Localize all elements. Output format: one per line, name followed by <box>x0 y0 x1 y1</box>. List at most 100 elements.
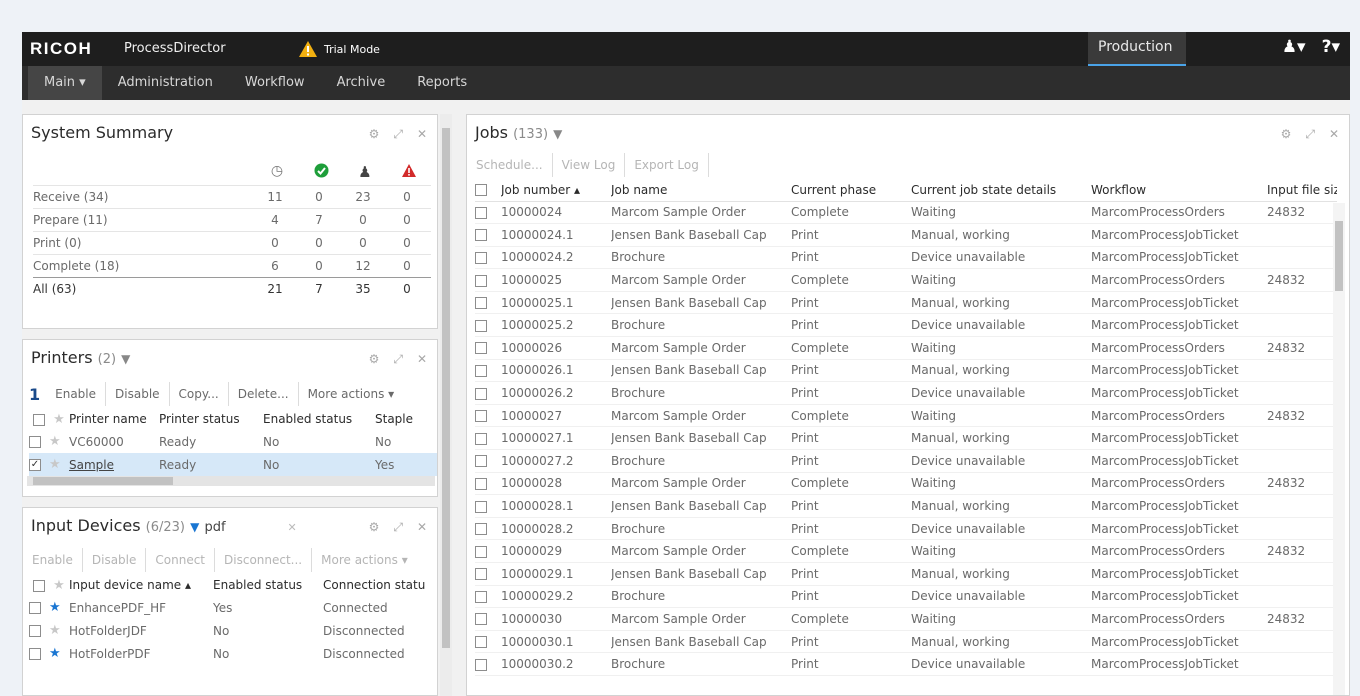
schedule-button[interactable]: Schedule... <box>467 153 553 177</box>
row-checkbox[interactable] <box>475 319 487 332</box>
job-number[interactable]: 10000026 <box>501 337 611 360</box>
table-row[interactable]: ✓ ★ Sample Ready No Yes <box>29 453 437 476</box>
job-number[interactable]: 10000030 <box>501 608 611 631</box>
col-workflow[interactable]: Workflow <box>1091 179 1267 201</box>
left-column-scrollbar[interactable] <box>440 114 452 696</box>
summary-value[interactable]: 0 <box>297 255 341 277</box>
filter-icon[interactable]: ▼ <box>190 520 199 534</box>
table-row[interactable]: 10000029.2 Brochure Print Device unavailabl… <box>475 585 1337 608</box>
nav-reports[interactable]: Reports <box>401 66 483 100</box>
job-number[interactable]: 10000029.2 <box>501 585 611 608</box>
summary-value[interactable]: 7 <box>297 209 341 231</box>
col-input-device-name[interactable]: Input device name ▴ <box>69 574 213 596</box>
input-device-name[interactable]: EnhancePDF_HF <box>69 596 213 619</box>
table-row[interactable]: 10000028.2 Brochure Print Device unavailabl… <box>475 517 1337 540</box>
row-checkbox[interactable] <box>475 613 487 626</box>
settings-icon[interactable]: ⚙ <box>369 520 380 535</box>
row-checkbox[interactable] <box>475 590 487 603</box>
summary-value[interactable]: 11 <box>253 186 297 208</box>
col-job-number[interactable]: Job number ▴ <box>501 179 611 201</box>
jobs-vscroll[interactable] <box>1333 203 1345 695</box>
star-icon[interactable]: ★ <box>49 434 61 449</box>
table-row[interactable]: ★ EnhancePDF_HF Yes Connected <box>29 596 437 619</box>
filter-value[interactable]: pdf <box>204 520 225 535</box>
col-connection-status[interactable]: Connection statu <box>323 574 437 596</box>
summary-value[interactable]: 0 <box>385 278 429 300</box>
table-row[interactable]: 10000027.1 Jensen Bank Baseball Cap Print M… <box>475 427 1337 450</box>
table-row[interactable]: 10000025.2 Brochure Print Device unavailabl… <box>475 314 1337 337</box>
job-number[interactable]: 10000028 <box>501 472 611 495</box>
table-row[interactable]: 10000029 Marcom Sample Order Complete Waiti… <box>475 540 1337 563</box>
summary-label[interactable]: Receive (34) <box>33 186 253 208</box>
summary-value[interactable]: 0 <box>297 186 341 208</box>
table-row[interactable]: 10000030.1 Jensen Bank Baseball Cap Print M… <box>475 630 1337 653</box>
close-icon[interactable]: ✕ <box>417 520 427 535</box>
summary-value[interactable]: 0 <box>385 232 429 254</box>
disable-button[interactable]: Disable <box>106 382 170 406</box>
table-row[interactable]: 10000030.2 Brochure Print Device unavailabl… <box>475 653 1337 676</box>
row-checkbox[interactable] <box>475 410 487 423</box>
job-number[interactable]: 10000027 <box>501 404 611 427</box>
job-number[interactable]: 10000024.1 <box>501 224 611 247</box>
nav-workflow[interactable]: Workflow <box>229 66 321 100</box>
col-job-name[interactable]: Job name <box>611 179 791 201</box>
row-checkbox[interactable] <box>475 658 487 671</box>
table-row[interactable]: 10000025 Marcom Sample Order Complete Waiti… <box>475 269 1337 292</box>
table-row[interactable]: ★ HotFolderPDF No Disconnected <box>29 642 437 665</box>
table-row[interactable]: 10000030 Marcom Sample Order Complete Waiti… <box>475 608 1337 631</box>
row-checkbox[interactable] <box>475 364 487 377</box>
job-number[interactable]: 10000027.1 <box>501 427 611 450</box>
nav-administration[interactable]: Administration <box>102 66 229 100</box>
star-icon[interactable]: ★ <box>49 646 61 661</box>
filter-icon[interactable]: ▼ <box>121 352 130 366</box>
summary-value[interactable]: 0 <box>385 255 429 277</box>
job-number[interactable]: 10000025 <box>501 269 611 292</box>
row-checkbox[interactable] <box>475 636 487 649</box>
row-checkbox[interactable] <box>29 436 41 448</box>
summary-value[interactable]: 0 <box>297 232 341 254</box>
more-actions-button[interactable]: More actions ▾ <box>299 382 404 406</box>
select-all-checkbox[interactable] <box>475 184 487 197</box>
summary-value[interactable]: 0 <box>385 209 429 231</box>
enable-button[interactable]: Enable <box>46 382 107 406</box>
job-number[interactable]: 10000027.2 <box>501 450 611 473</box>
summary-value[interactable]: 6 <box>253 255 297 277</box>
connect-button[interactable]: Connect <box>146 548 216 572</box>
close-icon[interactable]: ✕ <box>417 352 427 367</box>
select-all-checkbox[interactable] <box>33 413 45 426</box>
table-row[interactable]: 10000026 Marcom Sample Order Complete Waiti… <box>475 337 1337 360</box>
delete-button[interactable]: Delete... <box>229 382 299 406</box>
view-log-button[interactable]: View Log <box>553 153 626 177</box>
star-icon[interactable]: ★ <box>49 623 61 638</box>
col-job-state-details[interactable]: Current job state details <box>911 179 1091 201</box>
summary-label[interactable]: Complete (18) <box>33 255 253 277</box>
summary-value[interactable]: 21 <box>253 278 297 300</box>
printer-name[interactable]: Sample <box>69 453 159 476</box>
table-row[interactable]: 10000027 Marcom Sample Order Complete Waiti… <box>475 404 1337 427</box>
summary-row[interactable]: All (63) 21 7 35 0 <box>33 277 431 300</box>
table-row[interactable]: 10000025.1 Jensen Bank Baseball Cap Print M… <box>475 291 1337 314</box>
row-checkbox[interactable] <box>475 523 487 536</box>
job-number[interactable]: 10000029 <box>501 540 611 563</box>
star-icon[interactable]: ★ <box>49 600 61 615</box>
help-icon[interactable]: ?▾ <box>1322 37 1340 57</box>
table-row[interactable]: 10000026.2 Brochure Print Device unavailabl… <box>475 382 1337 405</box>
summary-value[interactable]: 0 <box>341 209 385 231</box>
close-icon[interactable]: ✕ <box>1329 127 1339 142</box>
row-checkbox[interactable] <box>475 500 487 513</box>
close-icon[interactable]: ✕ <box>417 127 427 142</box>
table-row[interactable]: 10000026.1 Jensen Bank Baseball Cap Print M… <box>475 359 1337 382</box>
summary-value[interactable]: 0 <box>253 232 297 254</box>
settings-icon[interactable]: ⚙ <box>369 127 380 142</box>
table-row[interactable]: 10000024.1 Jensen Bank Baseball Cap Print M… <box>475 224 1337 247</box>
select-all-checkbox[interactable] <box>33 579 45 592</box>
job-number[interactable]: 10000024.2 <box>501 246 611 269</box>
table-row[interactable]: 10000027.2 Brochure Print Device unavailabl… <box>475 450 1337 473</box>
table-row[interactable]: 10000024 Marcom Sample Order Complete Waiti… <box>475 201 1337 224</box>
row-checkbox[interactable] <box>475 387 487 400</box>
star-icon[interactable]: ★ <box>49 457 61 472</box>
job-number[interactable]: 10000026.1 <box>501 359 611 382</box>
mode-switcher[interactable]: Production <box>1088 32 1186 66</box>
summary-value[interactable]: 12 <box>341 255 385 277</box>
row-checkbox[interactable] <box>475 297 487 310</box>
